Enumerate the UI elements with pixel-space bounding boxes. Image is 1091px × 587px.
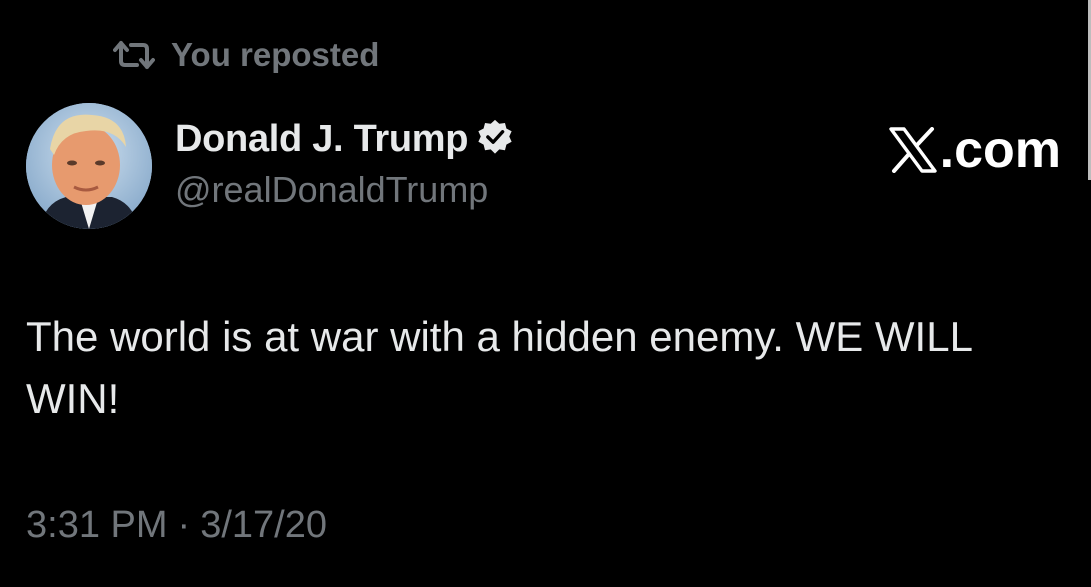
brand-watermark: .com [888, 120, 1061, 180]
repost-indicator[interactable]: You reposted [113, 36, 379, 74]
x-logo-icon [888, 127, 940, 173]
verified-badge-icon[interactable] [476, 118, 514, 161]
post-meta: 3:31 PM · 3/17/20 [26, 504, 327, 547]
brand-suffix: .com [939, 121, 1061, 179]
post-time[interactable]: 3:31 PM [26, 504, 168, 547]
post-date[interactable]: 3/17/20 [200, 504, 327, 547]
repost-label: You reposted [171, 36, 380, 73]
author-block: Donald J. Trump @realDonaldTrump [175, 118, 514, 211]
meta-separator: · [177, 504, 191, 546]
user-handle[interactable]: @realDonaldTrump [175, 169, 514, 211]
avatar[interactable] [26, 103, 152, 229]
tweet-text: The world is at war with a hidden enemy.… [26, 313, 972, 422]
repost-icon [113, 39, 155, 71]
display-name[interactable]: Donald J. Trump [175, 118, 469, 161]
name-row: Donald J. Trump [175, 118, 514, 161]
post-card: You reposted Donald J. Trump @realDonald… [0, 0, 1091, 587]
